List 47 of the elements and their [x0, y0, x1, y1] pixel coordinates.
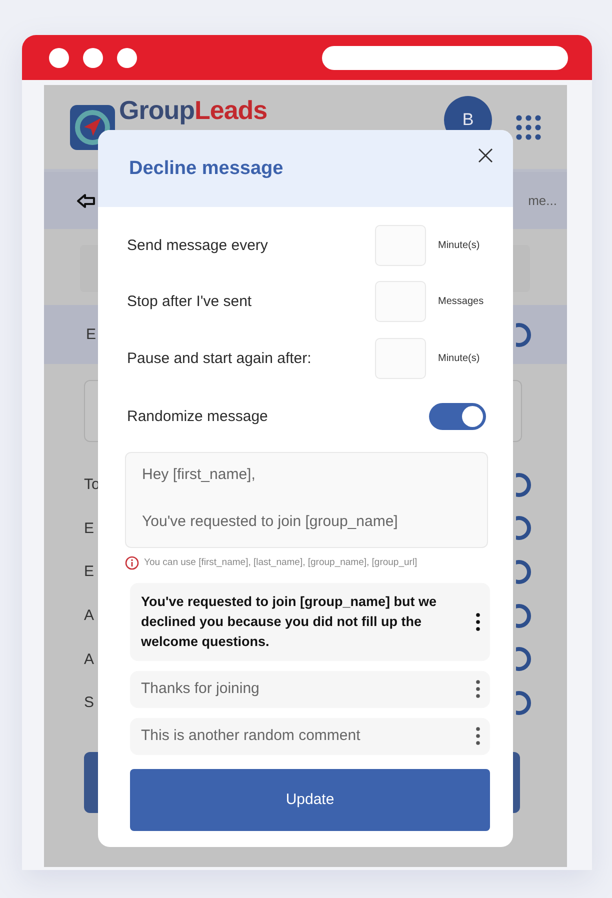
more-button[interactable]	[476, 680, 480, 698]
setting-label: E	[84, 520, 94, 537]
unit-label: Minute(s)	[438, 240, 481, 251]
subheader-text: me...	[528, 193, 557, 208]
setting-label: E	[84, 563, 94, 580]
message-field[interactable]: Hey [first_name], You've requested to join [group_name]	[125, 452, 488, 548]
apps-grid-icon[interactable]	[516, 114, 541, 140]
logo-text: GroupLeads	[119, 95, 268, 125]
window-dot-icon	[49, 48, 69, 68]
setting-label: Pause and start again after:	[127, 350, 312, 367]
setting-label: S	[84, 694, 94, 712]
toggle-icon[interactable]	[516, 322, 532, 348]
toggle-icon[interactable]	[516, 558, 532, 585]
unit-label: Minute(s)	[438, 352, 481, 364]
close-icon	[478, 148, 493, 163]
back-arrow-icon[interactable]	[76, 192, 96, 208]
toggle-icon[interactable]	[516, 646, 532, 672]
more-button[interactable]	[476, 612, 480, 630]
toggle-switch[interactable]	[429, 403, 486, 430]
more-icon	[476, 727, 480, 745]
setting-label: Stop after I've sent	[127, 293, 253, 310]
toggle-label: Randomize message	[127, 408, 269, 425]
info-icon	[125, 556, 139, 570]
message-text: Thanks for joining	[141, 679, 260, 699]
toggle-icon[interactable]	[516, 472, 532, 498]
setting-label: A	[84, 650, 94, 668]
window-dot-icon	[83, 48, 103, 68]
message-text: You've requested to join [group_name] but we declined you because you did not fill up the welcome questions.	[141, 592, 438, 651]
update-button[interactable]: Update	[130, 768, 490, 830]
hint-text: You can use [first_name], [last_name], [group_name], [group_url]	[144, 557, 418, 568]
setting-label: A	[84, 607, 94, 624]
message-item[interactable]: This is another random comment	[130, 718, 490, 754]
setting-label: Send message every	[127, 236, 269, 254]
toggle-icon[interactable]	[516, 515, 532, 542]
toggle-icon[interactable]	[516, 602, 532, 629]
more-button[interactable]	[476, 727, 480, 745]
message-text: This is another random comment	[141, 726, 362, 746]
message-item[interactable]: You've requested to join [group_name] but we declined you because you did not fill up the welcome questions.	[130, 582, 490, 660]
close-button[interactable]	[476, 146, 495, 165]
more-icon	[476, 680, 480, 698]
section-label: E	[86, 326, 96, 343]
message-item[interactable]: Thanks for joining	[130, 670, 490, 708]
dialog-title: Decline message	[129, 158, 284, 180]
more-icon	[476, 612, 480, 630]
toggle-icon[interactable]	[516, 690, 532, 716]
unit-label: Messages	[438, 296, 485, 308]
window-dot-icon	[117, 48, 137, 68]
